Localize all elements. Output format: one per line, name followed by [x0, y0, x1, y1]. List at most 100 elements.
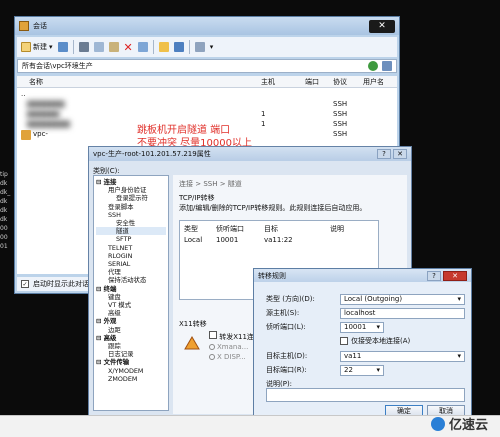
source-host-input[interactable]: localhost — [340, 307, 465, 319]
section-description: 添加/编辑/删除的TCP/IP转移规则。此规则连接后自动应用。 — [179, 204, 367, 212]
tree-item[interactable]: RLOGIN — [96, 252, 166, 260]
listen-port-row: 侦听端口(L): 10001 ▾ — [266, 321, 465, 333]
local-only-checkbox[interactable] — [340, 337, 348, 345]
close-button[interactable]: ✕ — [369, 19, 395, 33]
rule-listen-port[interactable]: 10001 — [216, 236, 238, 244]
cut-icon[interactable] — [78, 42, 89, 52]
tree-item[interactable]: ⊟ 外观 — [96, 317, 166, 325]
x11-forward-checkbox[interactable] — [209, 331, 217, 339]
note-input[interactable] — [266, 388, 465, 402]
properties-icon[interactable] — [137, 42, 148, 52]
row-protocol: SSH — [333, 120, 348, 128]
close-button[interactable]: ✕ — [443, 270, 467, 281]
address-bar[interactable]: 所有会话\vpc环境生产 — [17, 59, 397, 73]
watermark-logo-icon — [430, 416, 445, 431]
tree-item[interactable]: SSH — [96, 211, 166, 219]
watermark: 亿速云 — [430, 414, 488, 433]
tree-item[interactable]: SERIAL — [96, 260, 166, 268]
column-port[interactable]: 端口 — [305, 77, 319, 87]
startup-checkbox[interactable]: ✓ — [21, 280, 29, 288]
up-folder-icon[interactable] — [368, 61, 378, 71]
tree-item[interactable]: 键盘 — [96, 293, 166, 301]
target-port-select[interactable]: 22 ▾ — [340, 364, 384, 376]
type-select[interactable]: Local (Outgoing) ▾ — [340, 293, 465, 305]
list-item[interactable]: ▇▇▇▇▇▇ 1 SSH — [21, 110, 393, 120]
properties-title: vpc-生产-root-101.201.57.219属性 — [93, 150, 211, 158]
forwarding-rule-dialog: 转移规则 ? ✕ 类型 (方向)(D): Local (Outgoing) ▾ 源… — [253, 268, 472, 420]
category-tree: ⊟ 连接 用户身份验证 登录提示符 登录脚本 SSH 安全性 隧道 SFTP TELNET RLO… — [93, 175, 169, 411]
folder-icon[interactable] — [158, 42, 169, 52]
tree-item[interactable]: 边距 — [96, 326, 166, 334]
target-port-value: 22 — [344, 366, 353, 374]
close-button[interactable]: ✕ — [393, 149, 407, 159]
chevron-down-icon: ▾ — [457, 295, 461, 303]
list-item[interactable]: ▇▇▇▇▇▇▇ SSH — [21, 100, 393, 110]
column-target[interactable]: 目标 — [264, 224, 278, 234]
properties-titlebar[interactable]: vpc-生产-root-101.201.57.219属性 ? ✕ — [89, 147, 411, 161]
paste-icon[interactable] — [108, 42, 119, 52]
radio-icon — [209, 344, 215, 350]
rule-dialog-title: 转移规则 — [258, 271, 286, 280]
tree-item[interactable]: 登录提示符 — [96, 194, 166, 202]
x11-icon — [184, 336, 200, 350]
row-protocol: SSH — [333, 110, 348, 118]
column-description[interactable]: 说明 — [330, 224, 344, 234]
tree-item[interactable]: SFTP — [96, 235, 166, 243]
list-item[interactable]: .. — [21, 90, 393, 100]
session-list-header: 名称 主机 端口 协议 用户名 — [17, 76, 397, 88]
column-name[interactable]: 名称 — [29, 77, 43, 87]
column-protocol[interactable]: 协议 — [333, 77, 347, 87]
new-button[interactable]: 新建 ▾ — [21, 42, 53, 52]
tree-item[interactable]: ⊟ 文件传输 — [96, 358, 166, 366]
tree-item[interactable]: 安全性 — [96, 219, 166, 227]
target-host-select[interactable]: va11 ▾ — [340, 350, 465, 362]
local-only-label: 仅接受本地连接(A) — [351, 337, 411, 345]
help-button[interactable]: ? — [427, 270, 441, 281]
tree-item[interactable]: TELNET — [96, 244, 166, 252]
tree-item[interactable]: ⊟ 高级 — [96, 334, 166, 342]
x11-radio-1-label: Xmana... — [217, 343, 249, 351]
rule-dialog-titlebar[interactable]: 转移规则 ? ✕ — [254, 269, 471, 282]
tree-item[interactable]: ⊟ 连接 — [96, 178, 166, 186]
help-button[interactable]: ? — [377, 149, 391, 159]
target-port-label: 目标端口(R): — [266, 366, 307, 374]
target-port-row: 目标端口(R): 22 ▾ — [266, 364, 465, 376]
column-listen-port[interactable]: 侦听端口 — [216, 224, 244, 234]
tree-item[interactable]: VT 模式 — [96, 301, 166, 309]
copy-icon[interactable] — [93, 42, 104, 52]
tree-item[interactable]: X/YMODEM — [96, 367, 166, 375]
row-name: vpc- — [33, 130, 48, 138]
delete-icon[interactable]: ✕ — [124, 41, 133, 54]
local-only-row: 仅接受本地连接(A) — [266, 335, 465, 347]
row-host: 1 — [261, 120, 266, 128]
column-host[interactable]: 主机 — [261, 77, 275, 87]
listen-port-label: 侦听端口(L): — [266, 323, 306, 331]
session-icon — [21, 130, 31, 140]
rule-target[interactable]: va11:22 — [264, 236, 293, 244]
source-host-row: 源主机(S): localhost — [266, 307, 465, 319]
x11-title: X11转移 — [179, 320, 207, 328]
refresh-icon[interactable] — [382, 61, 392, 71]
tree-item[interactable]: 保持活动状态 — [96, 276, 166, 284]
session-toolbar: 新建 ▾ ✕ ▾ — [17, 37, 397, 57]
chevron-down-icon[interactable]: ▾ — [210, 43, 214, 51]
toolbar-separator — [152, 40, 154, 54]
session-manager-title: 会话 — [33, 22, 47, 30]
session-manager-titlebar[interactable]: 会话 ✕ — [15, 17, 399, 35]
tree-item[interactable]: ⊟ 终端 — [96, 285, 166, 293]
rule-type[interactable]: Local — [184, 236, 202, 244]
x11-radio-2-label: X DISP... — [217, 353, 246, 361]
column-username[interactable]: 用户名 — [363, 77, 384, 87]
tree-item[interactable]: 隧道 — [96, 227, 166, 236]
view-mode-icon[interactable] — [194, 42, 205, 52]
tree-item[interactable]: ZMODEM — [96, 375, 166, 383]
connect-icon[interactable] — [57, 42, 68, 52]
row-protocol: SSH — [333, 130, 348, 138]
chevron-down-icon: ▾ — [49, 43, 53, 51]
section-title: TCP/IP转移 — [179, 194, 215, 202]
chevron-down-icon: ▾ — [376, 366, 380, 374]
column-type[interactable]: 类型 — [184, 224, 198, 234]
tree-item[interactable]: 登录脚本 — [96, 203, 166, 211]
view-icon[interactable] — [173, 42, 184, 52]
listen-port-select[interactable]: 10001 ▾ — [340, 321, 384, 333]
